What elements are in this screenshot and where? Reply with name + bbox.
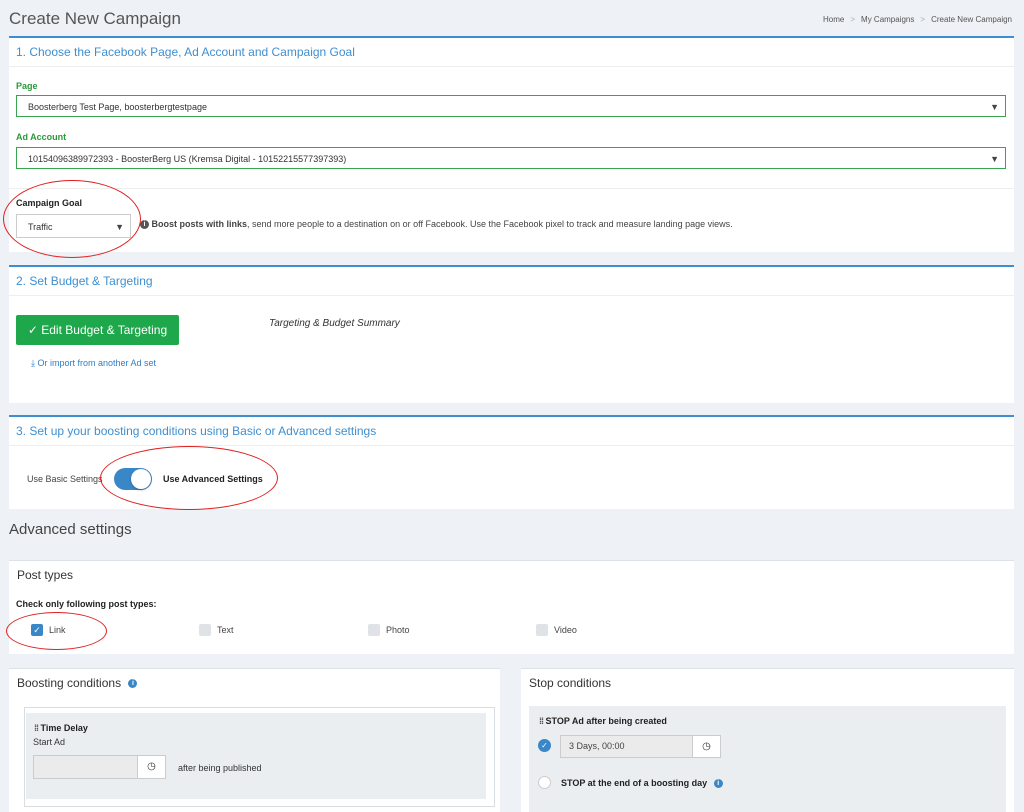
caret-down-icon: ▼ (990, 102, 999, 112)
section-page-account-goal: 1. Choose the Facebook Page, Ad Account … (9, 36, 1014, 252)
boosting-conditions-header: Boosting conditions i (9, 669, 500, 697)
caret-down-icon: ▼ (115, 222, 124, 232)
campaign-goal-value: Traffic (28, 222, 53, 232)
video-checkbox[interactable] (536, 624, 548, 636)
text-checkbox[interactable] (199, 624, 211, 636)
start-ad-label: Start Ad (33, 737, 66, 747)
photo-checkbox[interactable] (368, 624, 380, 636)
info-icon[interactable]: i (713, 779, 723, 789)
post-types-instruction: Check only following post types: (16, 599, 157, 609)
breadcrumb: Home > My Campaigns > Create New Campaig… (823, 15, 1012, 24)
breadcrumb-my-campaigns[interactable]: My Campaigns (861, 15, 914, 24)
ad-account-select[interactable]: 10154096389972393 - BoosterBerg US (Krem… (16, 147, 1006, 169)
stop-after-created-header: ⁞⁞ STOP Ad after being created (539, 716, 667, 726)
basic-settings-label: Use Basic Settings (27, 474, 103, 484)
edit-budget-targeting-button[interactable]: ✓ Edit Budget & Targeting (16, 315, 179, 345)
clock-icon[interactable]: ◷ (137, 755, 166, 779)
section2-title: 2. Set Budget & Targeting (9, 267, 1014, 296)
breadcrumb-separator: > (920, 15, 926, 24)
video-checkbox-label: Video (554, 625, 577, 635)
stop-end-of-day-row: STOP at the end of a boosting day i (561, 778, 723, 789)
stop-conditions-card: ⁞⁞ STOP Ad after being created ✓ 3 Days,… (529, 706, 1006, 812)
stop-after-created-label: STOP Ad after being created (545, 716, 667, 726)
clock-icon[interactable]: ◷ (692, 735, 721, 758)
page-title: Create New Campaign (9, 9, 181, 28)
boosting-conditions-panel: Boosting conditions i ⁞⁞ Time Delay Star… (9, 668, 500, 812)
photo-checkbox-label: Photo (386, 625, 410, 635)
advanced-settings-label: Use Advanced Settings (163, 474, 263, 484)
targeting-summary-title: Targeting & Budget Summary (269, 318, 400, 329)
post-types-title: Post types (17, 568, 74, 582)
campaign-goal-select[interactable]: Traffic ▼ (16, 214, 131, 238)
boosting-conditions-title: Boosting conditions (17, 676, 122, 690)
settings-mode-toggle[interactable] (114, 468, 152, 490)
time-delay-header: ⁞⁞ Time Delay (34, 723, 88, 733)
page-label: Page (16, 81, 38, 91)
time-delay-title: Time Delay (40, 723, 88, 733)
divider (9, 188, 1014, 189)
after-published-label: after being published (178, 763, 262, 773)
breadcrumb-current: Create New Campaign (931, 15, 1012, 24)
info-icon[interactable]: i (128, 679, 138, 689)
advanced-settings-heading: Advanced settings (9, 521, 132, 538)
text-checkbox-label: Text (217, 625, 234, 635)
campaign-goal-description: i Boost posts with links, send more peop… (140, 219, 733, 230)
drag-handle-icon[interactable]: ⁞⁞ (34, 723, 39, 733)
section3-title: 3. Set up your boosting conditions using… (9, 417, 1014, 446)
import-link-text: Or import from another Ad set (37, 358, 157, 368)
stop-conditions-title: Stop conditions (529, 676, 612, 690)
stop-conditions-panel: Stop conditions ⁞⁞ STOP Ad after being c… (521, 668, 1014, 812)
section-budget-targeting: 2. Set Budget & Targeting ✓ Edit Budget … (9, 265, 1014, 403)
section1-title: 1. Choose the Facebook Page, Ad Account … (9, 38, 1014, 67)
time-delay-input[interactable] (33, 755, 138, 779)
post-types-panel: Post types Check only following post typ… (9, 560, 1014, 654)
goal-desc-bold: Boost posts with links (151, 219, 248, 229)
section-boosting-settings: 3. Set up your boosting conditions using… (9, 415, 1014, 509)
toggle-knob (131, 469, 151, 489)
breadcrumb-separator: > (850, 15, 856, 24)
breadcrumb-home[interactable]: Home (823, 15, 844, 24)
drag-handle-icon[interactable]: ⁞⁞ (539, 716, 544, 726)
time-delay-card: ⁞⁞ Time Delay Start Ad ◷ after being pub… (26, 713, 486, 799)
ad-account-label: Ad Account (16, 132, 67, 142)
import-ad-set-link[interactable]: ⤓ Or import from another Ad set (31, 358, 156, 369)
download-icon: ⤓ (31, 358, 35, 368)
campaign-goal-label: Campaign Goal (16, 198, 83, 208)
info-icon: i (140, 220, 149, 230)
stop-end-of-day-label: STOP at the end of a boosting day (561, 778, 708, 788)
stop-after-created-radio[interactable]: ✓ (538, 739, 551, 752)
ad-account-select-value: 10154096389972393 - BoosterBerg US (Krem… (28, 154, 347, 164)
goal-desc-rest: , send more people to a destination on o… (247, 219, 733, 229)
page-select-value: Boosterberg Test Page, boosterbergtestpa… (28, 102, 207, 112)
caret-down-icon: ▼ (990, 154, 999, 164)
stop-end-of-day-radio[interactable] (538, 776, 551, 789)
link-checkbox[interactable]: ✓ (31, 624, 43, 636)
page-select[interactable]: Boosterberg Test Page, boosterbergtestpa… (16, 95, 1006, 117)
duration-input[interactable]: 3 Days, 00:00 (560, 735, 693, 758)
link-checkbox-label: Link (49, 625, 66, 635)
